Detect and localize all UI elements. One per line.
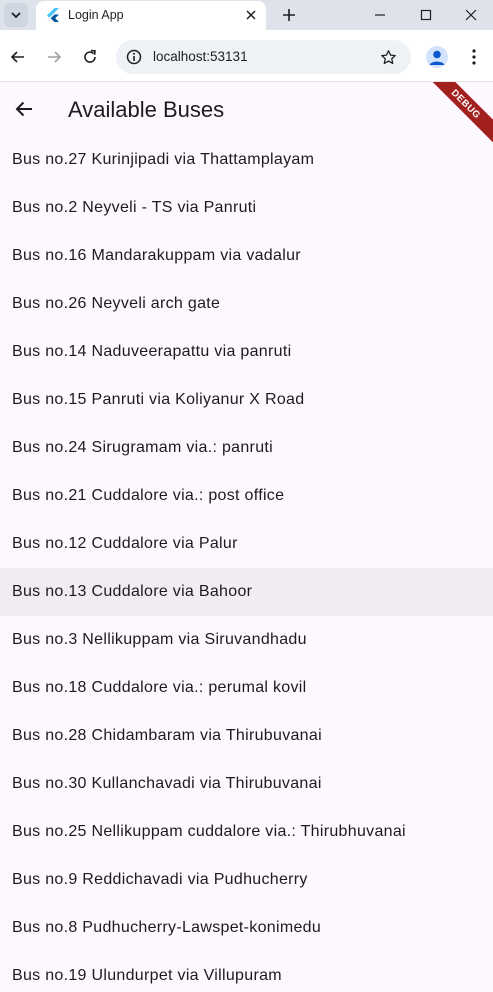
- profile-avatar[interactable]: [426, 46, 448, 68]
- site-info-button[interactable]: [122, 45, 146, 69]
- forward-nav-button[interactable]: [40, 43, 68, 71]
- app-viewport: Available Buses DEBUG Bus no.27 Kurinjip…: [0, 82, 493, 992]
- browser-toolbar: localhost:53131: [0, 30, 493, 82]
- back-button[interactable]: [8, 93, 40, 125]
- bus-list-item[interactable]: Bus no.12 Cuddalore via Palur: [0, 520, 493, 568]
- bus-list-item[interactable]: Bus no.13 Cuddalore via Bahoor: [0, 568, 493, 616]
- address-bar[interactable]: localhost:53131: [116, 40, 411, 74]
- bus-list-item-label: Bus no.13 Cuddalore via Bahoor: [12, 583, 253, 600]
- bus-list-item[interactable]: Bus no.30 Kullanchavadi via Thirubuvanai: [0, 760, 493, 808]
- bus-list-item-label: Bus no.26 Neyveli arch gate: [12, 295, 221, 312]
- maximize-icon: [420, 9, 432, 21]
- bus-list-item[interactable]: Bus no.18 Cuddalore via.: perumal kovil: [0, 664, 493, 712]
- bus-list-item-label: Bus no.27 Kurinjipadi via Thattamplayam: [12, 151, 315, 168]
- bus-list-item[interactable]: Bus no.9 Reddichavadi via Pudhucherry: [0, 856, 493, 904]
- maximize-button[interactable]: [403, 0, 449, 30]
- close-icon: [465, 9, 477, 21]
- reload-button[interactable]: [76, 43, 104, 71]
- bus-list-item-label: Bus no.28 Chidambaram via Thirubuvanai: [12, 727, 322, 744]
- bus-list-item-label: Bus no.3 Nellikuppam via Siruvandhadu: [12, 631, 307, 648]
- bus-list-item-label: Bus no.16 Mandarakuppam via vadalur: [12, 247, 301, 264]
- arrow-left-icon: [10, 51, 24, 63]
- app-bar: Available Buses: [0, 82, 493, 136]
- bus-list-item[interactable]: Bus no.21 Cuddalore via.: post office: [0, 472, 493, 520]
- bus-list-item[interactable]: Bus no.25 Nellikuppam cuddalore via.: Th…: [0, 808, 493, 856]
- bus-list-item[interactable]: Bus no.19 Ulundurpet via Villupuram: [0, 952, 493, 992]
- bus-list-item[interactable]: Bus no.24 Sirugramam via.: panruti: [0, 424, 493, 472]
- page-title: Available Buses: [68, 97, 225, 122]
- browser-tab[interactable]: Login App: [36, 1, 266, 30]
- bus-list-item-label: Bus no.9 Reddichavadi via Pudhucherry: [12, 871, 308, 888]
- new-tab-button[interactable]: [278, 4, 300, 26]
- star-icon: [380, 49, 396, 64]
- minimize-button[interactable]: [357, 0, 403, 30]
- arrow-right-icon: [48, 51, 62, 63]
- info-icon: [126, 49, 142, 65]
- bus-list-item-label: Bus no.8 Pudhucherry-Lawspet-konimedu: [12, 919, 322, 936]
- bus-list-item-label: Bus no.18 Cuddalore via.: perumal kovil: [12, 679, 307, 696]
- back-nav-button[interactable]: [4, 43, 32, 71]
- chevron-down-icon: [11, 12, 21, 19]
- bookmark-button[interactable]: [376, 45, 400, 69]
- flutter-logo-icon: [47, 8, 59, 22]
- bus-list-item[interactable]: Bus no.27 Kurinjipadi via Thattamplayam: [0, 136, 493, 184]
- plus-icon: [283, 9, 295, 21]
- bus-list-item[interactable]: Bus no.14 Naduveerapattu via panruti: [0, 328, 493, 376]
- close-icon: [246, 10, 256, 20]
- arrow-back-icon: [15, 101, 32, 117]
- bus-list-item-label: Bus no.12 Cuddalore via Palur: [12, 535, 238, 552]
- bus-list-item-label: Bus no.19 Ulundurpet via Villupuram: [12, 967, 282, 984]
- tab-title: Login App: [68, 8, 124, 22]
- bus-list: Bus no.27 Kurinjipadi via Thattamplayam B…: [0, 136, 493, 992]
- person-icon: [429, 50, 445, 65]
- window-close-button[interactable]: [449, 0, 493, 30]
- bus-list-item-label: Bus no.24 Sirugramam via.: panruti: [12, 439, 273, 456]
- bus-list-item-label: Bus no.2 Neyveli - TS via Panruti: [12, 199, 257, 216]
- bus-list-item[interactable]: Bus no.3 Nellikuppam via Siruvandhadu: [0, 616, 493, 664]
- bus-list-item-label: Bus no.14 Naduveerapattu via panruti: [12, 343, 292, 360]
- minimize-icon: [375, 14, 385, 16]
- bus-list-item[interactable]: Bus no.15 Panruti via Koliyanur X Road: [0, 376, 493, 424]
- tab-close-button[interactable]: [242, 6, 260, 24]
- bus-list-item[interactable]: Bus no.2 Neyveli - TS via Panruti: [0, 184, 493, 232]
- bus-list-item[interactable]: Bus no.8 Pudhucherry-Lawspet-konimedu: [0, 904, 493, 952]
- bus-list-item[interactable]: Bus no.16 Mandarakuppam via vadalur: [0, 232, 493, 280]
- bus-list-item-label: Bus no.15 Panruti via Koliyanur X Road: [12, 391, 305, 408]
- tab-search-button[interactable]: [4, 3, 28, 27]
- browser-menu-button[interactable]: [462, 43, 486, 71]
- bus-list-item-label: Bus no.25 Nellikuppam cuddalore via.: Th…: [12, 823, 406, 840]
- bus-list-item-label: Bus no.21 Cuddalore via.: post office: [12, 487, 285, 504]
- more-vertical-icon: [472, 49, 476, 65]
- browser-tab-strip: Login App: [0, 0, 493, 30]
- reload-icon: [84, 49, 96, 63]
- bus-list-item[interactable]: Bus no.26 Neyveli arch gate: [0, 280, 493, 328]
- url-text: localhost:53131: [153, 49, 248, 64]
- bus-list-item-label: Bus no.30 Kullanchavadi via Thirubuvanai: [12, 775, 322, 792]
- bus-list-item[interactable]: Bus no.28 Chidambaram via Thirubuvanai: [0, 712, 493, 760]
